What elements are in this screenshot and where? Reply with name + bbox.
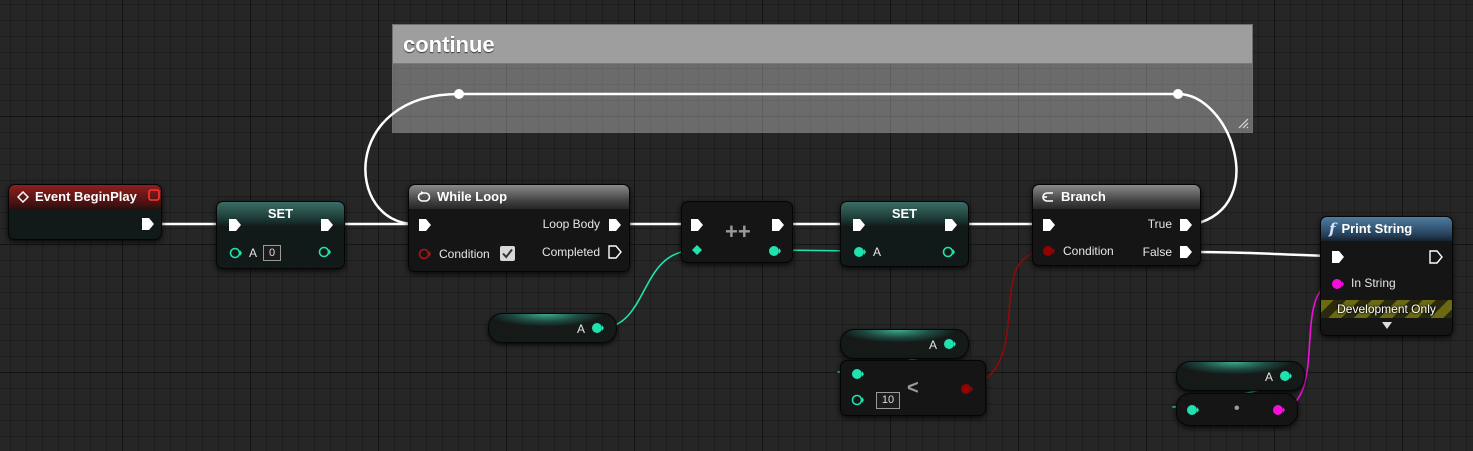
operator-symbol: ++: [725, 219, 751, 244]
node-header[interactable]: Branch: [1033, 185, 1200, 209]
in-string-label: In String: [1351, 276, 1396, 290]
condition-label: Condition: [439, 247, 490, 261]
bool-out-pin[interactable]: [960, 382, 974, 396]
string-out-pin[interactable]: [1272, 403, 1286, 417]
comment-box[interactable]: continue: [392, 24, 1253, 133]
expand-arrow-icon[interactable]: [1381, 321, 1393, 330]
conversion-symbol: •: [1234, 400, 1240, 417]
loop-body-label: Loop Body: [542, 217, 600, 231]
false-exec-pin[interactable]: [1179, 245, 1193, 259]
development-only-banner: Development Only: [1321, 300, 1452, 318]
exec-wire: [1190, 250, 1334, 258]
node-title: Event BeginPlay: [35, 189, 137, 204]
true-label: True: [1147, 217, 1172, 231]
exec-in-pin[interactable]: [690, 218, 704, 232]
int-out-pin[interactable]: [768, 244, 782, 258]
exec-out-pin[interactable]: [1429, 250, 1443, 264]
variable-label: A: [1265, 370, 1274, 384]
node-header[interactable]: f Print String: [1321, 217, 1452, 241]
int-out-pin[interactable]: [942, 245, 956, 259]
exec-in-pin[interactable]: [418, 218, 432, 232]
node-title: SET: [267, 206, 294, 221]
function-icon: f: [1329, 220, 1336, 238]
node-header[interactable]: While Loop: [409, 185, 629, 209]
event-beginplay-node[interactable]: Event BeginPlay: [8, 184, 162, 240]
set-a-node[interactable]: SET A: [840, 201, 969, 267]
int-out-pin[interactable]: [591, 321, 605, 335]
condition-checkbox[interactable]: [500, 246, 515, 261]
variable-label: A: [249, 246, 258, 260]
int-value-field[interactable]: 0: [263, 245, 281, 261]
int-out-pin[interactable]: [1279, 369, 1293, 383]
completed-exec-pin[interactable]: [608, 245, 622, 259]
delegate-pin-icon[interactable]: [148, 189, 160, 201]
set-a-zero-node[interactable]: SET A 0: [216, 201, 345, 269]
int-in-pin[interactable]: [853, 245, 867, 259]
int-in-pin[interactable]: [229, 246, 243, 260]
int-out-pin[interactable]: [318, 245, 332, 259]
int-in-pin[interactable]: [851, 367, 865, 381]
node-header[interactable]: Event BeginPlay: [9, 185, 161, 209]
node-title: While Loop: [437, 189, 508, 204]
while-loop-node[interactable]: While Loop Loop Body Condition Completed: [408, 184, 630, 272]
condition-label: Condition: [1063, 244, 1114, 258]
event-diamond-icon: [17, 191, 29, 203]
loop-icon: [417, 191, 431, 202]
bool-in-pin[interactable]: [418, 247, 432, 261]
exec-out-pin[interactable]: [141, 217, 155, 231]
exec-out-pin[interactable]: [944, 218, 958, 232]
loop-body-exec-pin[interactable]: [608, 218, 622, 232]
checkmark-icon: [502, 248, 513, 259]
get-a-node[interactable]: A: [840, 329, 969, 359]
int-in-pin[interactable]: [851, 393, 865, 407]
int-out-pin[interactable]: [943, 337, 957, 351]
exec-in-pin[interactable]: [852, 218, 866, 232]
variable-label: A: [929, 338, 938, 352]
node-title: SET: [891, 206, 918, 221]
exec-out-pin[interactable]: [320, 218, 334, 232]
operator-symbol: <: [907, 377, 919, 399]
print-string-node[interactable]: f Print String In String Development Onl…: [1320, 216, 1453, 336]
get-a-node[interactable]: A: [1176, 361, 1305, 391]
false-label: False: [1142, 245, 1172, 259]
to-string-conversion-node[interactable]: •: [1176, 393, 1298, 426]
int-in-pin[interactable]: [1186, 403, 1200, 417]
branch-node[interactable]: Branch True Condition False: [1032, 184, 1201, 266]
exec-in-pin[interactable]: [228, 218, 242, 232]
exec-out-pin[interactable]: [771, 218, 785, 232]
exec-in-pin[interactable]: [1042, 218, 1056, 232]
node-title: Print String: [1341, 221, 1413, 236]
node-title: Branch: [1061, 189, 1106, 204]
resize-grip-icon[interactable]: [1237, 117, 1249, 129]
variable-label: A: [577, 322, 586, 336]
exec-in-pin[interactable]: [1331, 250, 1345, 264]
bool-in-pin[interactable]: [1042, 244, 1056, 258]
comment-title[interactable]: continue: [393, 25, 1252, 64]
string-in-pin[interactable]: [1331, 277, 1345, 291]
increment-node[interactable]: ++: [681, 201, 793, 263]
completed-label: Completed: [541, 245, 600, 259]
variable-label: A: [873, 245, 882, 259]
int-value-field[interactable]: 10: [876, 392, 900, 409]
get-a-node[interactable]: A: [488, 313, 617, 343]
true-exec-pin[interactable]: [1179, 218, 1193, 232]
int-ref-in-pin[interactable]: [691, 244, 703, 256]
branch-icon: [1042, 192, 1053, 202]
less-than-node[interactable]: < 10: [840, 360, 986, 416]
